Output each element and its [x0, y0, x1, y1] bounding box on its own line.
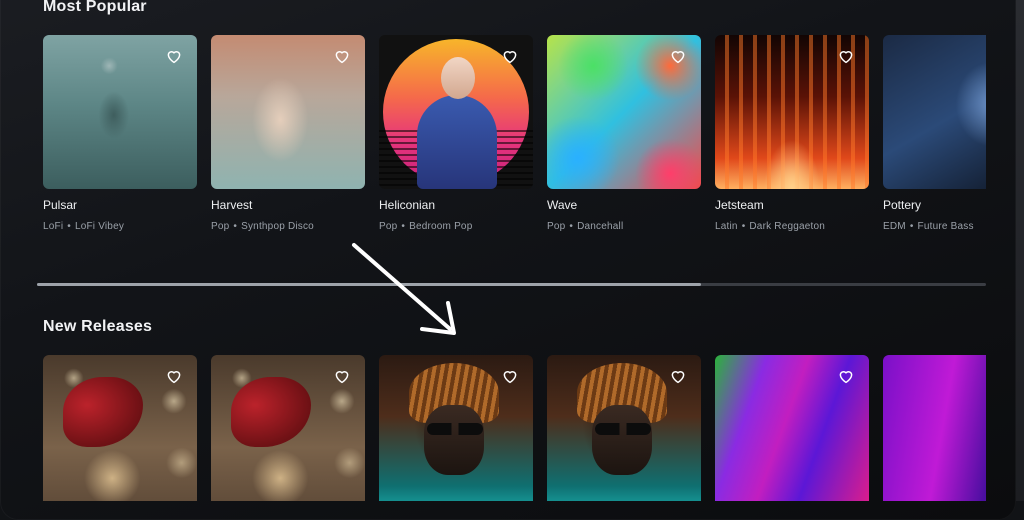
separator-dot: • [909, 221, 914, 232]
subgenre: Future Bass [917, 221, 974, 232]
cover-art-bow [63, 377, 143, 447]
heart-icon[interactable] [669, 47, 687, 65]
genre: Pop [547, 221, 566, 232]
cover-art-head [441, 57, 475, 99]
heart-icon[interactable] [333, 47, 351, 65]
track-title[interactable]: Harvest [211, 198, 365, 212]
track-genres: Pop • Synthpop Disco [211, 221, 365, 232]
track-card[interactable]: Pulsar LoFi • LoFi Vibey [43, 35, 197, 232]
album-cover[interactable] [547, 35, 701, 189]
heart-icon[interactable] [165, 47, 183, 65]
most-popular-row[interactable]: Pulsar LoFi • LoFi Vibey Harvest Pop • Synth… [43, 35, 986, 232]
track-genres: Latin • Dark Reggaeton [715, 221, 869, 232]
album-cover[interactable] [715, 35, 869, 189]
subgenre: Dancehall [577, 221, 624, 232]
section-title-new-releases: New Releases [43, 318, 153, 335]
genre: Pop [379, 221, 398, 232]
cover-art-glasses [595, 423, 651, 435]
genre: Latin [715, 221, 738, 232]
album-cover[interactable] [43, 355, 197, 501]
track-card[interactable]: Harvest Pop • Synthpop Disco [211, 35, 365, 232]
genre: Pop [211, 221, 230, 232]
subgenre: Synthpop Disco [241, 221, 314, 232]
track-genres: LoFi • LoFi Vibey [43, 221, 197, 232]
cover-art-face [424, 405, 484, 475]
album-cover[interactable] [715, 355, 869, 501]
genre: EDM [883, 221, 906, 232]
separator-dot: • [233, 221, 238, 232]
separator-dot: • [741, 221, 746, 232]
track-genres: Pop • Bedroom Pop [379, 221, 533, 232]
genre: LoFi [43, 221, 64, 232]
album-cover[interactable] [211, 355, 365, 501]
release-card[interactable] [379, 355, 533, 501]
album-cover[interactable] [547, 355, 701, 501]
track-title[interactable]: Wave [547, 198, 701, 212]
track-card[interactable]: Pottery EDM • Future Bass [883, 35, 986, 232]
cover-art-bow [231, 377, 311, 447]
separator-dot: • [67, 221, 71, 232]
release-card[interactable] [715, 355, 869, 501]
heart-icon[interactable] [501, 47, 519, 65]
album-cover[interactable] [883, 35, 986, 189]
subgenre: Bedroom Pop [409, 221, 473, 232]
track-title[interactable]: Pulsar [43, 198, 197, 212]
cover-art-glasses [427, 423, 483, 435]
album-cover[interactable] [379, 355, 533, 501]
track-card[interactable]: Wave Pop • Dancehall [547, 35, 701, 232]
track-genres: EDM • Future Bass [883, 221, 986, 232]
album-cover[interactable] [211, 35, 365, 189]
track-card[interactable]: Heliconian Pop • Bedroom Pop [379, 35, 533, 232]
album-cover[interactable] [883, 355, 986, 501]
heart-icon[interactable] [669, 367, 687, 385]
annotation-arrow-icon [352, 243, 456, 335]
album-cover[interactable] [43, 35, 197, 189]
horizontal-scrollbar[interactable] [37, 283, 986, 286]
separator-dot: • [401, 221, 406, 232]
heart-icon[interactable] [501, 367, 519, 385]
cover-art-face [592, 405, 652, 475]
track-card[interactable]: Jetsteam Latin • Dark Reggaeton [715, 35, 869, 232]
window-edge [1016, 0, 1024, 501]
release-card[interactable] [43, 355, 197, 501]
track-title[interactable]: Heliconian [379, 198, 533, 212]
new-releases-row[interactable] [43, 355, 986, 501]
release-card[interactable] [883, 355, 986, 501]
heart-icon[interactable] [837, 47, 855, 65]
track-title[interactable]: Pottery [883, 198, 986, 212]
release-card[interactable] [211, 355, 365, 501]
subgenre: LoFi Vibey [74, 221, 125, 232]
subgenre: Dark Reggaeton [749, 221, 826, 232]
heart-icon[interactable] [333, 367, 351, 385]
album-cover[interactable] [379, 35, 533, 189]
track-genres: Pop • Dancehall [547, 221, 701, 232]
heart-icon[interactable] [165, 367, 183, 385]
heart-icon[interactable] [837, 367, 855, 385]
track-title[interactable]: Jetsteam [715, 198, 869, 212]
separator-dot: • [569, 221, 574, 232]
section-title-most-popular: Most Popular [43, 0, 147, 15]
cover-art-figure [417, 95, 497, 189]
release-card[interactable] [547, 355, 701, 501]
